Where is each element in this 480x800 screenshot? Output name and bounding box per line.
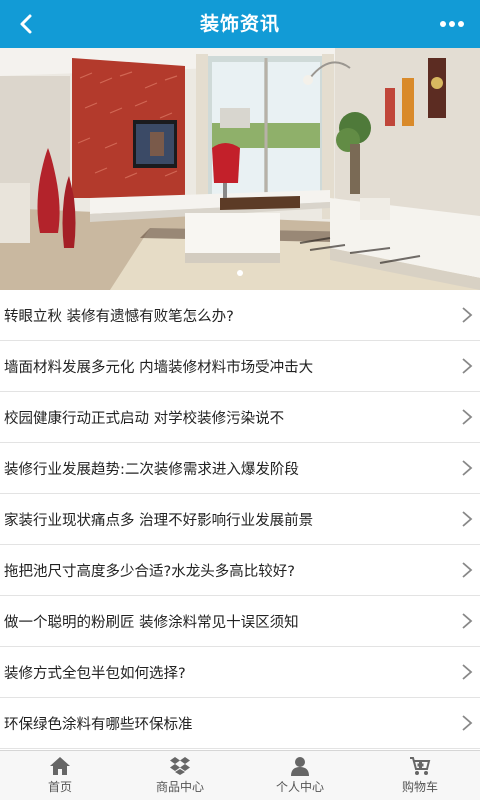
chevron-right-icon [462, 460, 473, 476]
list-item[interactable]: 装修行业发展趋势:二次装修需求进入爆发阶段 [0, 443, 480, 494]
article-title: 装修行业发展趋势:二次装修需求进入爆发阶段 [4, 461, 299, 478]
chevron-right-icon [462, 562, 473, 578]
article-title: 环保绿色涂料有哪些环保标准 [4, 716, 193, 733]
chevron-right-icon [462, 307, 473, 323]
list-item[interactable]: 装修方式全包半包如何选择? [0, 647, 480, 698]
more-button[interactable] [432, 4, 472, 44]
tab-label: 购物车 [401, 780, 438, 794]
user-icon [291, 757, 309, 776]
list-item[interactable]: 转眼立秋 装修有遗憾有败笔怎么办? [0, 290, 480, 341]
tab-cart[interactable]: 购物车 [360, 751, 480, 800]
tab-label: 首页 [47, 780, 72, 794]
slider-dots [0, 270, 480, 276]
article-title: 校园健康行动正式启动 对学校装修污染说不 [4, 410, 285, 427]
banner-slider[interactable] [0, 48, 480, 290]
article-title: 做一个聪明的粉刷匠 装修涂料常见十误区须知 [4, 614, 299, 631]
chevron-right-icon [462, 511, 473, 527]
cart-icon [410, 757, 431, 775]
living-room-photo [0, 48, 480, 290]
chevron-right-icon [462, 715, 473, 731]
dropbox-icon [170, 757, 190, 775]
more-dots-icon [440, 21, 464, 27]
list-item[interactable]: 墙面材料发展多元化 内墙装修材料市场受冲击大 [0, 341, 480, 392]
article-title: 家装行业现状痛点多 治理不好影响行业发展前景 [4, 512, 314, 529]
tab-profile[interactable]: 个人中心 [240, 751, 360, 800]
list-item[interactable]: 做一个聪明的粉刷匠 装修涂料常见十误区须知 [0, 596, 480, 647]
tab-label: 个人中心 [275, 780, 324, 794]
article-title: 装修方式全包半包如何选择? [4, 665, 186, 682]
list-item[interactable]: 家装行业现状痛点多 治理不好影响行业发展前景 [0, 494, 480, 545]
list-item[interactable]: 环保绿色涂料有哪些环保标准 [0, 698, 480, 749]
page-title: 装饰资讯 [199, 13, 280, 35]
article-title: 拖把池尺寸高度多少合适?水龙头多高比较好? [4, 563, 295, 580]
chevron-right-icon [462, 664, 473, 680]
list-item[interactable]: 拖把池尺寸高度多少合适?水龙头多高比较好? [0, 545, 480, 596]
tab-home[interactable]: 首页 [0, 751, 120, 800]
article-title: 转眼立秋 装修有遗憾有败笔怎么办? [4, 308, 234, 325]
chevron-right-icon [462, 409, 473, 425]
article-title: 墙面材料发展多元化 内墙装修材料市场受冲击大 [4, 359, 314, 376]
top-bar: 装饰资讯 [0, 0, 480, 48]
tab-label: 商品中心 [155, 780, 204, 794]
slider-dot[interactable] [237, 270, 243, 276]
home-icon [50, 757, 70, 775]
article-list: 转眼立秋 装修有遗憾有败笔怎么办? 墙面材料发展多元化 内墙装修材料市场受冲击大… [0, 290, 480, 749]
tab-products[interactable]: 商品中心 [120, 751, 240, 800]
bottom-tab-bar: 首页 商品中心 个人中心 购物车 [0, 750, 480, 800]
chevron-right-icon [462, 613, 473, 629]
list-item[interactable]: 校园健康行动正式启动 对学校装修污染说不 [0, 392, 480, 443]
chevron-right-icon [462, 358, 473, 374]
